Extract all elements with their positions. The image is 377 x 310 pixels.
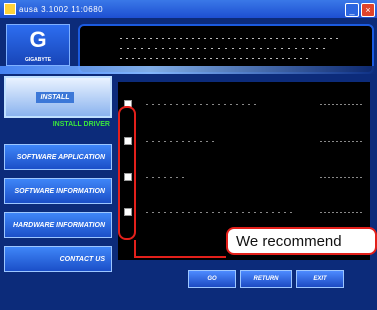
sidebar-item-contact-us[interactable]: CONTACT US [4,246,112,272]
checkbox-highlight [118,106,136,240]
sidebar-item-label: HARDWARE INFORMATION [12,221,105,229]
list-item[interactable] [124,100,364,110]
item-size [320,212,364,213]
logo-brand: GIGABYTE [24,57,52,63]
close-button[interactable]: × [361,3,375,17]
sidebar-item-hardware-information[interactable]: HARDWARE INFORMATION [4,212,112,238]
item-label [146,104,256,105]
item-label [146,212,296,213]
item-size [320,177,364,178]
app-icon [4,3,16,15]
title-bar: ausa 3.1002 11:0680 _ × [0,0,377,18]
app-window: G GIGABYTE INSTALL INSTALL DRIVER SOFTWA… [0,18,377,310]
sidebar-item-software-information[interactable]: SOFTWARE INFORMATION [4,178,112,204]
window-title: ausa 3.1002 11:0680 [19,4,104,14]
item-label [146,141,216,142]
minimize-button[interactable]: _ [345,3,359,17]
callout-note: We recommend [226,227,377,255]
item-size [320,104,364,105]
logo-letter: G [29,27,47,52]
sidebar-item-install[interactable]: INSTALL [4,76,112,118]
exit-button[interactable]: EXIT [296,270,344,288]
sidebar-item-label: CONTACT US [59,255,105,263]
callout-connector [136,256,226,258]
list-item[interactable] [124,208,364,218]
status-label: INSTALL DRIVER [52,121,110,128]
item-label [146,177,186,178]
sidebar-item-label: SOFTWARE APPLICATION [16,153,105,161]
sidebar-item-software-application[interactable]: SOFTWARE APPLICATION [4,144,112,170]
item-size [320,141,364,142]
return-button[interactable]: RETURN [240,270,292,288]
go-button[interactable]: GO [188,270,236,288]
list-item[interactable] [124,137,364,147]
gigabyte-logo: G GIGABYTE [6,24,70,66]
sidebar-item-label: INSTALL [36,91,74,103]
list-item[interactable] [124,173,364,183]
header-swoosh [0,66,377,74]
banner-text [120,38,340,62]
sidebar-item-label: SOFTWARE INFORMATION [14,187,105,195]
